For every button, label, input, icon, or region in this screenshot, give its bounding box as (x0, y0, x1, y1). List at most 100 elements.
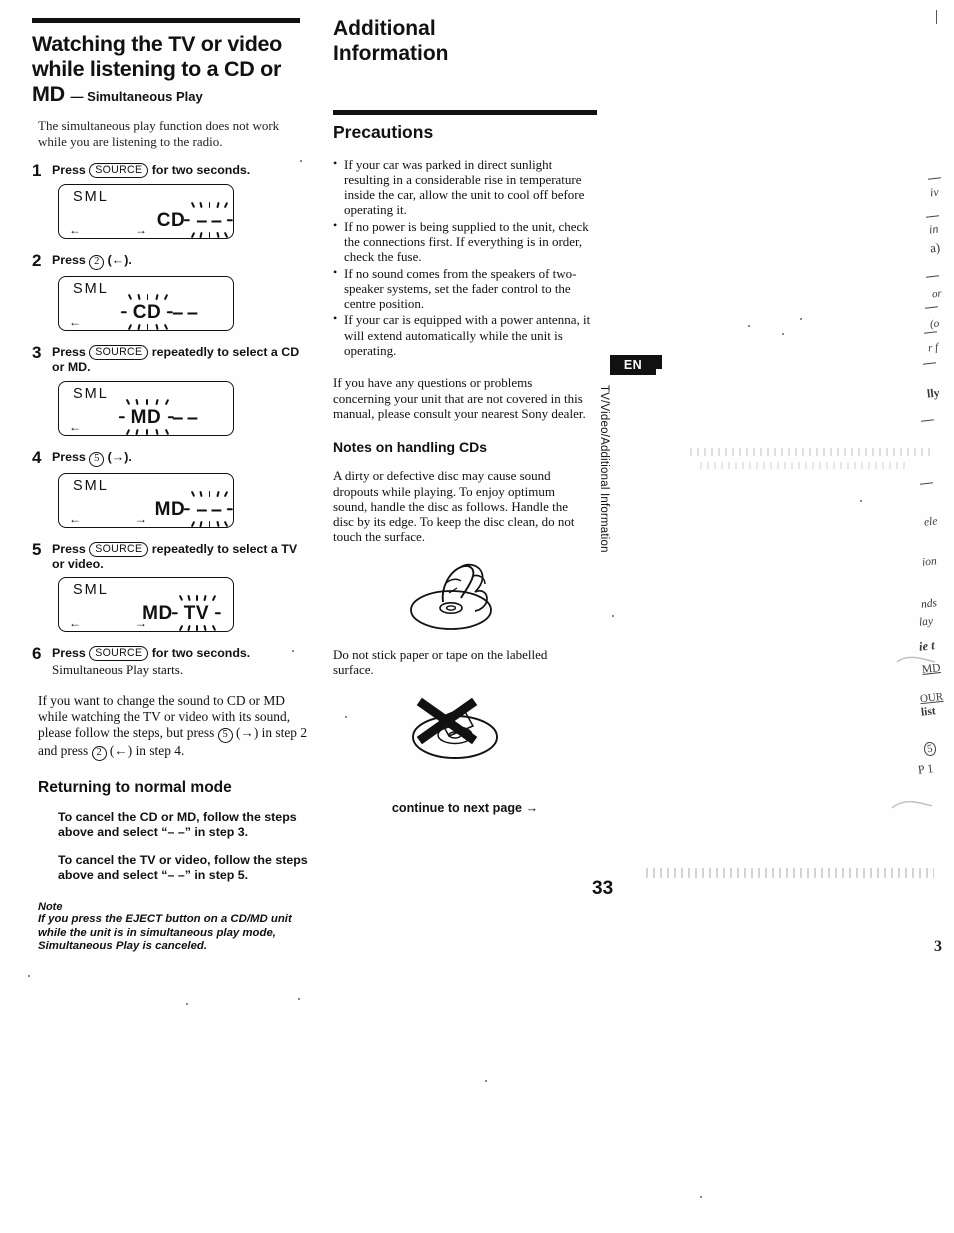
step-text-before: Press (52, 253, 86, 267)
scan-speck (612, 615, 614, 617)
step-number: 5 (32, 539, 42, 559)
side-tab-label: TV/Video/Additional Information (598, 385, 610, 553)
cancel-cd-md-paragraph: To cancel the CD or MD, follow the steps… (58, 810, 297, 840)
continue-to-next-page: continue to next page → (391, 801, 539, 816)
step-text-after: for two seconds. (151, 163, 251, 177)
margin-fragment: lly (926, 385, 941, 401)
lcd-display-step-1: SML CD – – ← → (58, 184, 234, 239)
margin-fragment: 5 (923, 741, 937, 757)
page-title-line3: MD (32, 82, 65, 106)
section-title: Additional Information (333, 16, 601, 66)
scan-smudge (700, 462, 910, 469)
source-button-glyph: SOURCE (89, 163, 149, 178)
margin-fragment: or (931, 287, 943, 301)
step-5: 5 Press SOURCE repeatedly to select a TV… (32, 539, 310, 633)
lcd-left-arrow-icon: ← (69, 511, 81, 526)
margin-dash (922, 362, 937, 366)
step-number: 3 (32, 343, 42, 362)
source-button-glyph: SOURCE (89, 646, 149, 662)
scan-speck (485, 1080, 487, 1082)
step-number: 1 (32, 161, 42, 180)
margin-fragment: iv (929, 184, 940, 200)
scan-speck (860, 500, 862, 502)
source-button-glyph: SOURCE (89, 541, 149, 557)
page-title-line2: while listening to a CD or (32, 57, 282, 81)
scan-speck (28, 975, 30, 977)
margin-fragment: P 1 (917, 761, 934, 777)
numbered-button-glyph: 2 (91, 746, 107, 762)
scan-speck (700, 1196, 702, 1198)
precautions-list: If your car was parked in direct sunligh… (333, 155, 595, 359)
top-edge-tick-mark (936, 10, 938, 24)
scan-smudge (646, 868, 934, 878)
change-sound-part3: (←) in step 4. (109, 743, 185, 759)
lcd-display-step-5: SML MD TV ← → (58, 577, 234, 633)
page-number: 33 (592, 878, 614, 899)
lcd-left-arrow-icon: ← (69, 223, 81, 237)
numbered-button-glyph: 2 (89, 255, 105, 270)
margin-fragment: a) (929, 239, 941, 256)
lcd-left-arrow-icon: ← (69, 616, 81, 631)
no-sticker-illustration (399, 690, 601, 775)
hand-holding-disc-icon (410, 563, 492, 630)
step-2: 2 Press 2 (←). SML CD – – ← (32, 251, 310, 331)
margin-fragment: (o (929, 317, 940, 331)
disc-handling-illustration (399, 558, 601, 641)
disc-no-sticker-icon (412, 698, 498, 760)
numbered-button-glyph: 5 (217, 728, 233, 744)
page-title-subtitle: — Simultaneous Play (70, 89, 203, 104)
lcd-left-arrow-icon: ← (69, 419, 81, 434)
source-button-glyph: SOURCE (89, 345, 149, 360)
lcd-sml-label: SML (73, 477, 109, 494)
section-title-line2: Information (333, 42, 449, 65)
dealer-paragraph: If you have any questions or problems co… (333, 375, 586, 421)
lcd-arrow-row: ← (69, 421, 223, 433)
side-tab: EN TV/Video/Additional Information (598, 355, 664, 553)
precautions-heading: Precautions (333, 121, 434, 142)
step-instruction: Press SOURCE repeatedly to select a CD o… (52, 345, 310, 375)
lcd-sml-label: SML (73, 582, 109, 599)
margin-dash (923, 331, 938, 335)
section-title-line1: Additional (333, 17, 436, 40)
lcd-left-arrow-icon: ← (69, 315, 81, 329)
step-4: 4 Press 5 (→). SML MD – – ← → (32, 447, 310, 528)
precaution-item: If no sound comes from the speakers of t… (333, 265, 595, 312)
scan-speck (800, 318, 802, 320)
step-instruction: Press 2 (←). (52, 253, 310, 270)
lcd-sml-label: SML (73, 189, 109, 205)
margin-fragment: ion (921, 555, 938, 569)
margin-dash (920, 419, 935, 423)
scan-speck (782, 333, 784, 335)
scan-speck (300, 160, 302, 162)
scan-speck (748, 325, 750, 327)
label-surface-caption: Do not stick paper or tape on the labell… (333, 646, 548, 678)
margin-fragment: r f (927, 341, 939, 355)
corner-page-mark: 3 (934, 938, 942, 955)
step-text-before: Press (52, 541, 86, 556)
lcd-right-arrow-icon: → (135, 223, 147, 237)
step-1: 1 Press SOURCE for two seconds. SML CD –… (32, 161, 310, 239)
scanned-manual-page: Watching the TV or video while listening… (0, 0, 954, 1233)
intro-paragraph: The simultaneous play function does not … (38, 118, 280, 149)
margin-dash (919, 482, 934, 486)
margin-fragment: ele (923, 515, 938, 529)
margin-squiggle (896, 656, 936, 663)
lcd-right-arrow-icon: → (135, 511, 147, 526)
notes-on-handling-cds-heading: Notes on handling CDs (333, 439, 487, 456)
lcd-sml-label: SML (73, 385, 109, 402)
lcd-display-step-3: SML MD – – ← (58, 380, 234, 436)
step-instruction: Press 5 (→). (52, 450, 310, 467)
left-column: Watching the TV or video while listening… (32, 18, 310, 953)
step-text-before: Press (52, 163, 86, 177)
lcd-arrow-row: ← → (69, 617, 223, 629)
step-text-after: (←). (107, 253, 132, 267)
step-instruction: Press SOURCE for two seconds. (52, 163, 310, 178)
scan-smudge (690, 448, 930, 456)
lcd-arrow-row: ← → (69, 224, 223, 236)
step-3: 3 Press SOURCE repeatedly to select a CD… (32, 343, 310, 436)
step-number: 4 (32, 447, 42, 467)
step-number: 6 (32, 644, 42, 664)
step-instruction: Press SOURCE repeatedly to select a TV o… (52, 541, 310, 572)
precautions-rule (333, 110, 597, 115)
page-title: Watching the TV or video while listening… (32, 32, 310, 109)
